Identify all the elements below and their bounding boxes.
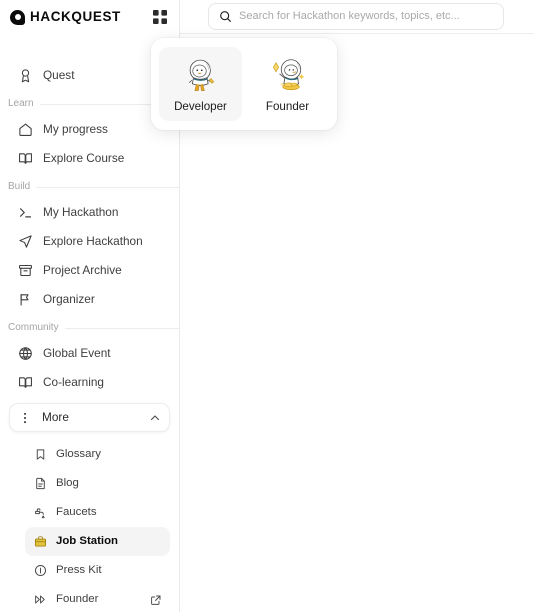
- sidebar-item-label: My Hackathon: [43, 204, 119, 219]
- section-title: Build: [8, 181, 31, 192]
- role-option-founder[interactable]: Founder: [246, 47, 329, 121]
- sidebar-item-label: Explore Course: [43, 150, 125, 165]
- sidebar-subitem-faucets[interactable]: Faucets: [25, 498, 170, 527]
- sidebar-item-label: Quest: [43, 67, 75, 82]
- sidebar-subitem-label: Press Kit: [56, 563, 102, 576]
- sidebar-section-build: Build: [8, 182, 179, 192]
- dots-vertical-icon: [18, 411, 32, 425]
- medal-icon: [17, 68, 33, 84]
- role-option-label: Developer: [174, 100, 227, 114]
- sidebar-subitem-label: Founder: [56, 592, 99, 605]
- sidebar-item-label: Explore Hackathon: [43, 233, 143, 248]
- sidebar-subitem-founder[interactable]: Founder: [25, 585, 170, 612]
- sidebar-item-label: Organizer: [43, 291, 95, 306]
- section-divider: [64, 327, 179, 329]
- faucet-icon: [33, 506, 47, 520]
- sidebar-item-label: Global Event: [43, 345, 111, 360]
- sidebar-item-label: Project Archive: [43, 262, 122, 277]
- search-input[interactable]: Search for Hackathon keywords, topics, e…: [208, 3, 504, 30]
- bookmark-icon: [33, 448, 47, 462]
- sidebar-item-project-archive[interactable]: Project Archive: [9, 256, 170, 285]
- role-option-label: Founder: [265, 100, 310, 114]
- sidebar-item-label: My progress: [43, 121, 108, 136]
- sidebar-subitem-label: Job Station: [56, 534, 119, 547]
- sidebar-subitem-blog[interactable]: Blog: [25, 469, 170, 498]
- sidebar-item-co-learning[interactable]: Co-learning: [9, 368, 170, 397]
- section-title: Learn: [8, 98, 34, 109]
- external-link-icon[interactable]: [150, 594, 162, 606]
- grid-apps-icon[interactable]: [152, 9, 168, 25]
- brand-logo[interactable]: HACKQUEST: [10, 9, 121, 25]
- app-root: HACKQUEST Quest Learn My progress Explor…: [0, 0, 534, 612]
- brand-name: HACKQUEST: [30, 9, 121, 25]
- sidebar-subitem-label: Faucets: [56, 505, 97, 518]
- role-option-developer[interactable]: Developer: [159, 47, 242, 121]
- archive-box-icon: [17, 263, 33, 279]
- sidebar-item-my-progress[interactable]: My progress: [9, 115, 170, 144]
- book-open-icon: [17, 375, 33, 391]
- flag-icon: [17, 292, 33, 308]
- sidebar-item-explore-course[interactable]: Explore Course: [9, 144, 170, 173]
- globe-icon: [17, 346, 33, 362]
- sidebar-section-community: Community: [8, 323, 179, 333]
- brand-row: HACKQUEST: [0, 0, 179, 34]
- chevron-up-icon: [149, 412, 161, 424]
- section-title: Community: [8, 322, 59, 333]
- topbar: Search for Hackathon keywords, topics, e…: [180, 0, 534, 34]
- duck-founder-mascot-icon: [264, 55, 312, 99]
- fast-forward-icon: [33, 593, 47, 607]
- sidebar-item-global-event[interactable]: Global Event: [9, 339, 170, 368]
- sidebar-subitem-glossary[interactable]: Glossary: [25, 440, 170, 469]
- sidebar-item-more[interactable]: More: [9, 403, 170, 432]
- sidebar-subitem-label: Glossary: [56, 447, 101, 460]
- terminal-prompt-icon: [17, 205, 33, 221]
- sidebar-subitem-job-station[interactable]: Job Station: [25, 527, 170, 556]
- section-divider: [36, 186, 179, 188]
- search-placeholder: Search for Hackathon keywords, topics, e…: [239, 10, 460, 22]
- sidebar-item-quest[interactable]: Quest: [9, 61, 170, 90]
- sidebar-item-label: Co-learning: [43, 374, 104, 389]
- duck-developer-mascot-icon: [177, 55, 225, 99]
- sidebar-subitem-label: Blog: [56, 476, 79, 489]
- sidebar-item-my-hackathon[interactable]: My Hackathon: [9, 198, 170, 227]
- hackquest-logo-mark-icon: [10, 9, 25, 25]
- search-icon: [219, 10, 232, 23]
- role-select-popup: Developer Founder: [151, 38, 337, 130]
- briefcase-icon: [33, 535, 47, 549]
- document-icon: [33, 477, 47, 491]
- sidebar-subitem-press-kit[interactable]: Press Kit: [25, 556, 170, 585]
- home-icon: [17, 122, 33, 138]
- sidebar-item-organizer[interactable]: Organizer: [9, 285, 170, 314]
- sidebar-more-label: More: [42, 409, 69, 424]
- info-circle-icon: [33, 564, 47, 578]
- sidebar-item-explore-hackathon[interactable]: Explore Hackathon: [9, 227, 170, 256]
- book-open-icon: [17, 151, 33, 167]
- navigation-send-icon: [17, 234, 33, 250]
